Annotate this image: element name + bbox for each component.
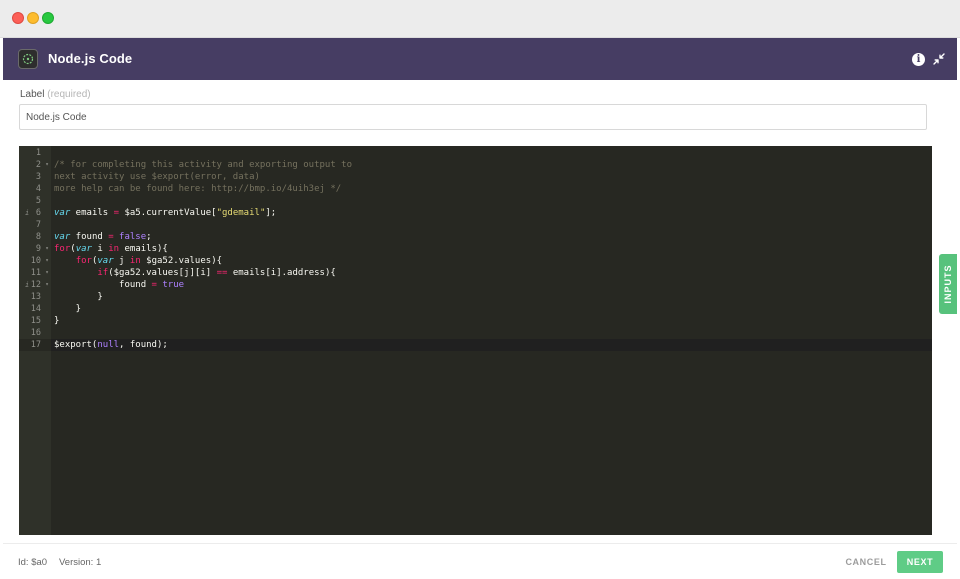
line-code: } [54, 292, 103, 302]
fold-arrow-icon[interactable]: ▾ [43, 243, 51, 255]
code-line: 16 [19, 327, 932, 339]
panel-header: Node.js Code i [3, 38, 957, 80]
fold-arrow-icon[interactable]: ▾ [43, 159, 51, 171]
token-keyword: in [108, 244, 120, 254]
info-icon[interactable]: i [912, 53, 925, 66]
token-text: emails [70, 208, 114, 218]
token-keyword: var [54, 208, 71, 218]
code-editor[interactable]: 1 2 ▾ /* for completing this activity an… [19, 146, 932, 535]
token-text: found [70, 232, 109, 242]
next-button[interactable]: NEXT [897, 551, 943, 573]
token-text: $ga52.values){ [140, 256, 223, 266]
token-keyword: var [54, 232, 71, 242]
token-keyword: if [97, 268, 109, 278]
line-code: for(var i in emails){ [54, 243, 168, 255]
fold-arrow-icon[interactable]: ▾ [43, 267, 51, 279]
code-line: 5 [19, 195, 932, 207]
token-text: found [54, 280, 152, 290]
line-code: more help can be found here: http://bmp.… [54, 184, 342, 194]
line-number: 6 [35, 208, 41, 218]
code-line: 1 [19, 147, 932, 159]
code-line: 4 more help can be found here: http://bm… [19, 183, 932, 195]
close-window-button[interactable] [12, 12, 24, 24]
line-number: 8 [35, 232, 41, 242]
token-text: $a5.currentValue[ [119, 208, 217, 218]
code-line: 15 } [19, 315, 932, 327]
token-text: ]; [265, 208, 277, 218]
cancel-button[interactable]: CANCEL [839, 553, 893, 571]
code-line: 13 } [19, 291, 932, 303]
line-code: found = true [54, 279, 184, 291]
token-text: ; [146, 232, 152, 242]
label-text: Label [20, 89, 45, 100]
code-line: i 12 ▾ found = true [19, 279, 932, 291]
activity-id: Id: $a0 [18, 557, 48, 568]
token-boolean: false [119, 232, 147, 242]
editor-lines: 1 2 ▾ /* for completing this activity an… [19, 147, 932, 351]
line-number: 7 [35, 220, 41, 230]
line-number: 15 [30, 316, 41, 326]
code-line: 2 ▾ /* for completing this activity and … [19, 159, 932, 171]
line-number: 3 [35, 172, 41, 182]
token-text: i [91, 244, 109, 254]
zoom-window-button[interactable] [42, 12, 54, 24]
token-text: emails){ [119, 244, 168, 254]
inputs-tab-label: INPUTS [943, 264, 953, 304]
minimize-window-button[interactable] [27, 12, 39, 24]
line-code: var emails = $a5.currentValue["gdemail"]… [54, 207, 276, 219]
token-keyword: in [129, 256, 141, 266]
required-hint: (required) [47, 89, 91, 100]
panel-footer: Id: $a0 Version: 1 CANCEL NEXT [3, 543, 957, 577]
code-line: 14 } [19, 303, 932, 315]
code-line: 10 ▾ for(var j in $ga52.values){ [19, 255, 932, 267]
token-text: ($ga52.values[j][i] [108, 268, 217, 278]
line-code: /* for completing this activity and expo… [54, 160, 353, 170]
line-number: 5 [35, 196, 41, 206]
panel-title: Node.js Code [48, 51, 133, 66]
code-line: 7 [19, 219, 932, 231]
code-icon [18, 49, 38, 69]
collapse-icon[interactable] [932, 52, 946, 66]
activity-version: Version: 1 [59, 557, 102, 568]
line-number: 4 [35, 184, 41, 194]
token-text: emails[i].address){ [227, 268, 336, 278]
window-titlebar [0, 0, 960, 38]
line-code: var found = false; [54, 231, 152, 243]
token-text: j [113, 256, 130, 266]
token-text: , found); [119, 340, 168, 350]
token-keyword: for [54, 244, 71, 254]
code-line-active: 17 $export(null, found); [19, 339, 932, 351]
code-line: 9 ▾ for(var i in emails){ [19, 243, 932, 255]
code-line: 3 next activity use $export(error, data) [19, 171, 932, 183]
line-code: if($ga52.values[j][i] == emails[i].addre… [54, 267, 336, 279]
token-null: null [97, 340, 120, 350]
token-keyword: var [75, 244, 92, 254]
line-code: for(var j in $ga52.values){ [54, 255, 222, 267]
inputs-tab[interactable]: INPUTS [939, 254, 957, 314]
line-code: } [54, 316, 60, 326]
token-string: "gdemail" [216, 208, 266, 218]
token-keyword: var [97, 256, 114, 266]
label-input[interactable] [19, 104, 927, 130]
token-keyword: for [75, 256, 92, 266]
line-number: 17 [19, 339, 51, 351]
token-boolean: true [162, 280, 185, 290]
label-field-label: Label (required) [20, 89, 91, 100]
token-operator: == [216, 268, 228, 278]
line-number: 13 [30, 292, 41, 302]
code-line: 8 var found = false; [19, 231, 932, 243]
line-number: 14 [30, 304, 41, 314]
fold-arrow-icon[interactable]: ▾ [43, 255, 51, 267]
fold-arrow-icon[interactable]: ▾ [43, 279, 51, 291]
line-code: } [54, 304, 82, 314]
line-code: $export(null, found); [54, 339, 168, 351]
token-text: $export( [54, 340, 98, 350]
line-code: next activity use $export(error, data) [54, 172, 260, 182]
code-line: 11 ▾ if($ga52.values[j][i] == emails[i].… [19, 267, 932, 279]
line-number: 1 [35, 148, 41, 158]
code-line: i 6 var emails = $a5.currentValue["gdema… [19, 207, 932, 219]
line-number: 16 [30, 328, 41, 338]
